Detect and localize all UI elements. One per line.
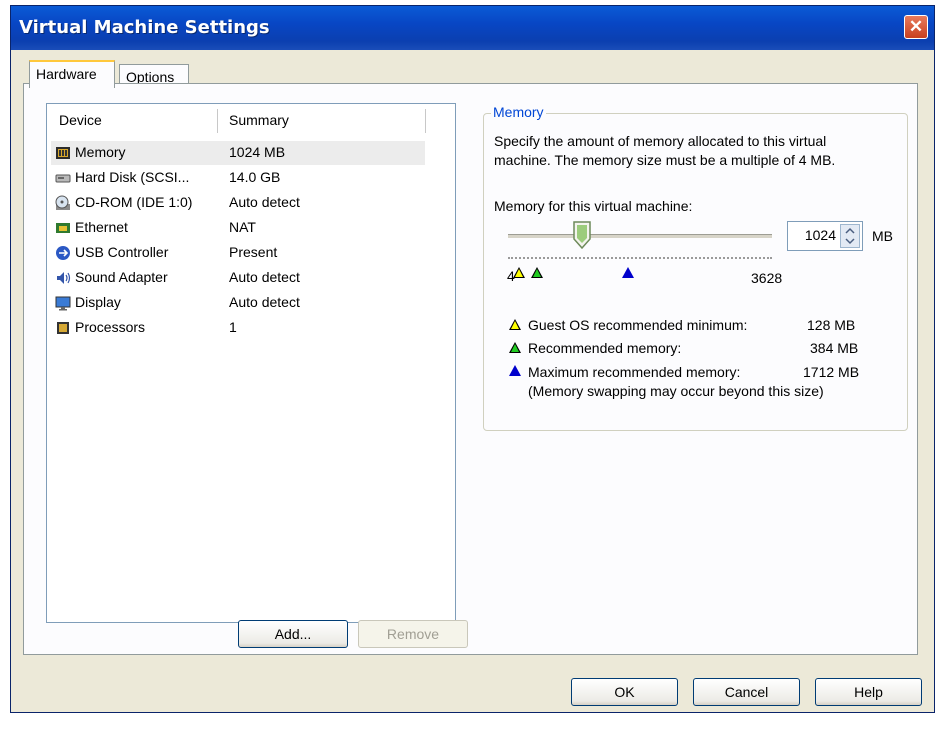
- device-row-cdrom[interactable]: CD-ROM (IDE 1:0) Auto detect: [51, 191, 425, 215]
- memory-group-title: Memory: [491, 104, 546, 120]
- swap-note: (Memory swapping may occur beyond this s…: [528, 383, 824, 399]
- device-row-ethernet[interactable]: Ethernet NAT: [51, 216, 425, 240]
- cancel-button[interactable]: Cancel: [693, 678, 800, 706]
- close-button[interactable]: ✕: [904, 15, 928, 39]
- green-triangle-icon: [510, 344, 519, 352]
- header-divider: [217, 109, 218, 133]
- summary-column-header[interactable]: Summary: [229, 112, 289, 128]
- device-summary: NAT: [229, 219, 256, 235]
- device-name: USB Controller: [75, 244, 169, 260]
- legend-recommended-value: 384 MB: [810, 340, 859, 356]
- ethernet-icon: [56, 223, 70, 233]
- legend-recommended-label: Recommended memory:: [528, 340, 682, 356]
- header-divider: [425, 109, 426, 133]
- title-bar: Virtual Machine Settings ✕: [11, 6, 934, 50]
- memory-slider-thumb[interactable]: [573, 221, 592, 249]
- slider-max-label: 3628: [751, 270, 783, 286]
- device-list[interactable]: Device Summary Memory 1024 MB Hard Disk …: [46, 103, 456, 623]
- device-row-usb[interactable]: USB Controller Present: [51, 241, 425, 265]
- device-summary: Auto detect: [229, 269, 300, 285]
- device-name: Hard Disk (SCSI...: [75, 169, 190, 185]
- device-summary: 14.0 GB: [229, 169, 281, 185]
- memory-slider-track[interactable]: [508, 234, 772, 238]
- tab-hardware[interactable]: Hardware: [29, 60, 115, 88]
- yellow-triangle-icon: [510, 321, 519, 329]
- memory-icon: [56, 147, 70, 159]
- legend-maximum-label: Maximum recommended memory:: [528, 364, 741, 380]
- spinner-up-down-icon: [845, 227, 855, 245]
- device-row-sound[interactable]: Sound Adapter Auto detect: [51, 266, 425, 290]
- legend-minimum-value: 128 MB: [807, 317, 856, 333]
- memory-spinner[interactable]: 1024: [787, 221, 863, 251]
- device-summary: Auto detect: [229, 194, 300, 210]
- spinner-arrows[interactable]: [840, 224, 860, 248]
- memory-field-label: Memory for this virtual machine:: [494, 198, 693, 214]
- slider-ticks: [508, 257, 772, 262]
- maximum-recommended-marker: [622, 267, 634, 278]
- device-summary: Present: [229, 244, 278, 260]
- device-row-hard-disk[interactable]: Hard Disk (SCSI... 14.0 GB: [51, 166, 425, 190]
- dialog-title: Virtual Machine Settings: [19, 17, 270, 38]
- device-row-memory[interactable]: Memory 1024 MB: [51, 141, 425, 165]
- sound-icon: [57, 272, 71, 284]
- device-row-display[interactable]: Display Auto detect: [51, 291, 425, 315]
- remove-button[interactable]: Remove: [358, 620, 468, 648]
- device-name: Sound Adapter: [75, 269, 168, 285]
- usb-icon: [56, 246, 70, 260]
- ok-button[interactable]: OK: [571, 678, 678, 706]
- hard-disk-icon: [55, 174, 71, 183]
- device-name: Display: [75, 294, 121, 310]
- processor-icon: [57, 322, 69, 334]
- display-icon: [55, 296, 71, 311]
- guest-os-minimum-marker: [514, 269, 523, 277]
- device-row-processors[interactable]: Processors 1: [51, 316, 425, 340]
- add-button[interactable]: Add...: [238, 620, 348, 648]
- device-name: Processors: [75, 319, 146, 335]
- memory-description-line-1: Specify the amount of memory allocated t…: [494, 133, 827, 149]
- memory-value-input[interactable]: 1024: [805, 227, 836, 243]
- close-icon: ✕: [908, 17, 924, 36]
- device-column-header[interactable]: Device: [59, 112, 102, 128]
- device-summary: 1024 MB: [229, 144, 286, 160]
- memory-description-line-2: machine. The memory size must be a multi…: [494, 152, 836, 168]
- memory-unit-label: MB: [872, 228, 893, 244]
- device-summary: 1: [229, 319, 237, 335]
- legend-maximum-value: 1712 MB: [803, 364, 860, 380]
- legend-minimum-label: Guest OS recommended minimum:: [528, 317, 748, 333]
- tab-hardware-label: Hardware: [36, 66, 97, 82]
- help-button[interactable]: Help: [815, 678, 922, 706]
- device-summary: Auto detect: [229, 294, 300, 310]
- device-name: Memory: [75, 144, 126, 160]
- device-name: Ethernet: [75, 219, 128, 235]
- recommended-memory-marker: [532, 269, 541, 277]
- cdrom-icon: [55, 195, 70, 210]
- device-name: CD-ROM (IDE 1:0): [75, 194, 193, 210]
- blue-triangle-icon: [509, 365, 521, 376]
